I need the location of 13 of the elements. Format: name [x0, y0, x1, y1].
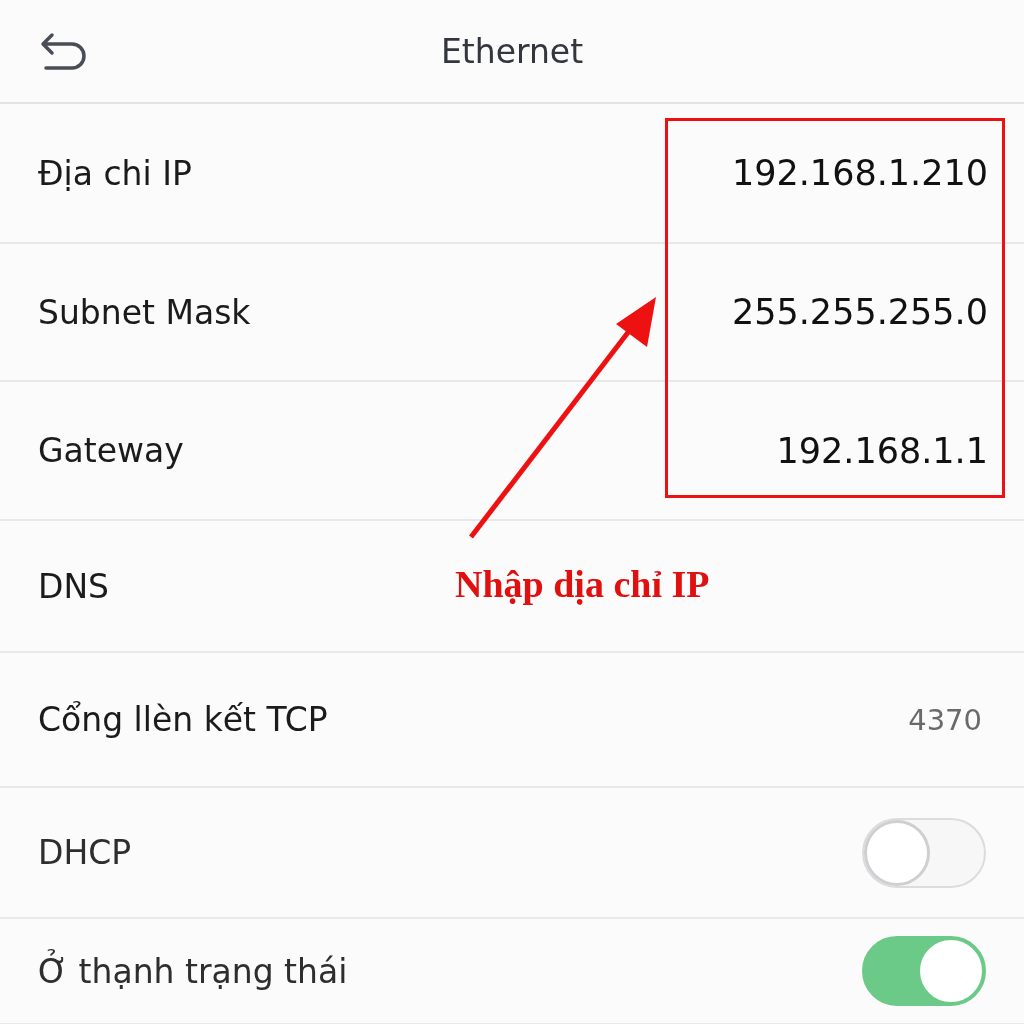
setting-value[interactable]: 255.255.255.0	[731, 292, 988, 332]
setting-value[interactable]: 192.168.1.210	[731, 153, 988, 193]
setting-label: DHCP	[38, 833, 132, 872]
setting-label: DNS	[38, 566, 110, 606]
annotation-text: Nhập dịa chỉ IP	[455, 562, 710, 606]
setting-value: 4370	[908, 702, 982, 737]
screen-title: Ethernet	[440, 31, 584, 71]
setting-label: Địa chi IP	[38, 153, 192, 193]
setting-label: Gateway	[38, 431, 184, 470]
setting-label: Cổng llèn kết TCP	[38, 700, 328, 739]
setting-label: Subnet Mask	[38, 292, 251, 332]
setting-label: Ở thạnh trạng thái	[38, 951, 348, 991]
setting-value[interactable]: 192.168.1.1	[776, 430, 988, 471]
